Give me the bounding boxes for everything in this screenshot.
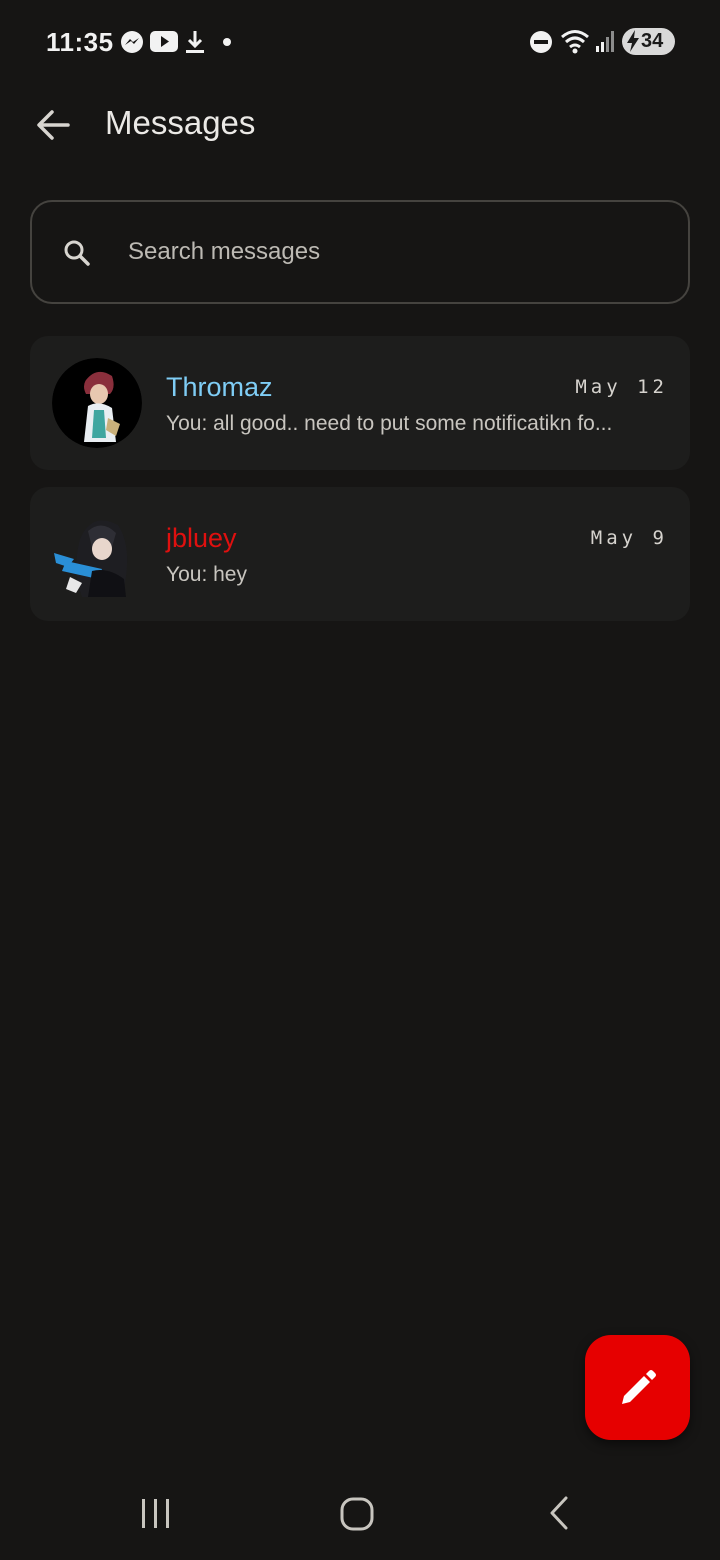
compose-button[interactable] <box>585 1335 690 1440</box>
wifi-icon <box>561 30 589 54</box>
conversation-date: May 9 <box>590 527 668 549</box>
arrow-left-icon <box>37 110 70 140</box>
conversation-preview: You: all good.. need to put some notific… <box>166 412 613 435</box>
pencil-icon <box>622 1370 656 1404</box>
avatar <box>52 358 142 448</box>
back-icon <box>550 1496 568 1530</box>
home-button[interactable] <box>327 1494 387 1534</box>
recent-apps-button[interactable] <box>126 1494 186 1534</box>
recent-apps-icon <box>142 1499 169 1528</box>
dot-icon <box>223 38 231 46</box>
search-icon <box>64 240 90 266</box>
battery-charging-icon <box>627 30 639 52</box>
conversation-date: May 12 <box>575 376 668 398</box>
home-icon <box>340 1497 374 1531</box>
conversation-item[interactable]: jbluey May 9 You: hey <box>30 487 690 621</box>
nav-back-button[interactable] <box>530 1494 590 1534</box>
navigation-bar <box>0 1468 720 1560</box>
conversation-item[interactable]: Thromaz May 12 You: all good.. need to p… <box>30 336 690 470</box>
youtube-icon <box>150 31 178 52</box>
back-button[interactable] <box>30 102 76 148</box>
page-title: Messages <box>105 104 256 141</box>
signal-icon <box>596 31 614 52</box>
search-input[interactable] <box>128 232 648 272</box>
search-bar[interactable] <box>30 200 690 304</box>
conversation-name: jbluey <box>166 523 237 553</box>
status-bar: 11:35 34 <box>0 0 720 84</box>
messages-screen: 11:35 34 Messages Search messages Throma… <box>0 0 720 1560</box>
conversation-name: Thromaz <box>166 372 273 402</box>
messenger-icon <box>121 31 143 53</box>
do-not-disturb-icon <box>530 31 552 53</box>
download-icon <box>186 31 204 53</box>
status-time: 11:35 <box>46 27 114 57</box>
conversation-preview: You: hey <box>166 563 247 586</box>
battery-level: 34 <box>641 30 664 52</box>
avatar <box>52 509 142 599</box>
